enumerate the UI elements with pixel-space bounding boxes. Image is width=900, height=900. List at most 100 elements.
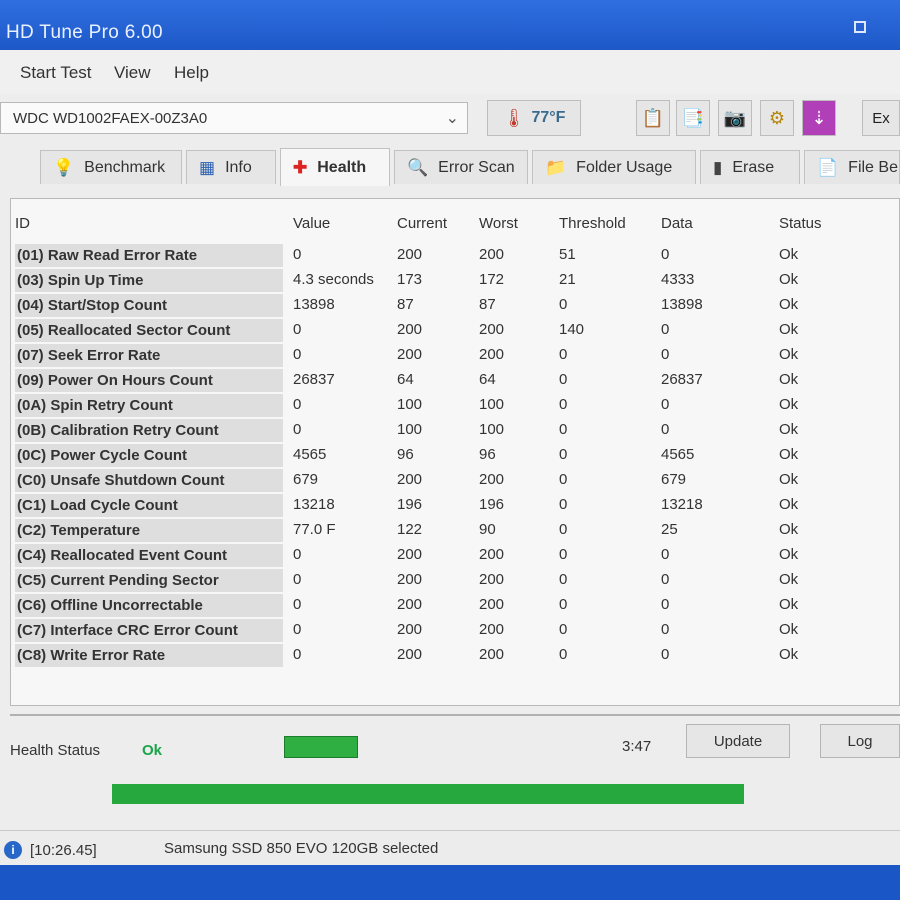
column-header-threshold[interactable]: Threshold xyxy=(559,215,626,232)
maximize-icon[interactable] xyxy=(854,21,866,33)
cell-id: (03) Spin Up Time xyxy=(15,269,283,292)
cell-worst: 100 xyxy=(479,396,505,413)
copy-all-icon[interactable]: 📑 xyxy=(676,100,710,136)
log-button[interactable]: Log xyxy=(820,724,900,758)
table-row[interactable]: (05) Reallocated Sector Count 0 200 200 140 0… xyxy=(11,318,899,343)
magnifier-icon: 🔍 xyxy=(407,157,429,177)
copy-icon[interactable]: 📋 xyxy=(636,100,670,136)
menu-start-test[interactable]: Start Test xyxy=(20,63,92,83)
column-header-id[interactable]: ID xyxy=(15,215,30,232)
cell-status: Ok xyxy=(779,346,799,363)
cell-value: 4.3 seconds xyxy=(293,271,374,288)
status-message: Samsung SSD 850 EVO 120GB selected xyxy=(164,840,439,857)
cell-data: 0 xyxy=(661,646,670,663)
cell-worst: 200 xyxy=(479,646,505,663)
cell-threshold: 0 xyxy=(559,521,568,538)
scan-time: 3:47 xyxy=(622,738,652,755)
cell-status: Ok xyxy=(779,471,799,488)
cell-status: Ok xyxy=(779,496,799,513)
column-header-value[interactable]: Value xyxy=(293,215,330,232)
cell-status: Ok xyxy=(779,321,799,338)
save-icon[interactable]: ⇣ xyxy=(802,100,836,136)
table-row[interactable]: (0A) Spin Retry Count 0 100 100 0 0 Ok xyxy=(11,393,899,418)
tab-label: Health xyxy=(317,158,367,176)
column-header-worst[interactable]: Worst xyxy=(479,215,518,232)
column-header-data[interactable]: Data xyxy=(661,215,693,232)
table-row[interactable]: (C6) Offline Uncorrectable 0 200 200 0 0 Ok xyxy=(11,593,899,618)
cell-id: (09) Power On Hours Count xyxy=(15,369,283,392)
erase-icon: ▮ xyxy=(713,157,723,177)
health-cross-icon: ✚ xyxy=(293,157,308,177)
table-row[interactable]: (09) Power On Hours Count 26837 64 64 0 26837… xyxy=(11,368,899,393)
menu-help[interactable]: Help xyxy=(174,63,209,83)
info-figure-icon: ▦ xyxy=(199,157,216,177)
cell-threshold: 0 xyxy=(559,571,568,588)
menu-bar: Start Test View Help xyxy=(0,50,900,94)
cell-value: 4565 xyxy=(293,446,327,463)
column-header-current[interactable]: Current xyxy=(397,215,447,232)
cell-data: 4333 xyxy=(661,271,695,288)
cell-worst: 87 xyxy=(479,296,496,313)
exit-button[interactable]: Ex xyxy=(862,100,900,136)
title-bar: HD Tune Pro 6.00 xyxy=(0,0,900,50)
table-row[interactable]: (C0) Unsafe Shutdown Count 679 200 200 0 679 O… xyxy=(11,468,899,493)
temperature-value: 77°F xyxy=(531,109,566,126)
progress-fill xyxy=(112,784,744,804)
table-row[interactable]: (C7) Interface CRC Error Count 0 200 200 0 0 O… xyxy=(11,618,899,643)
cell-threshold: 51 xyxy=(559,246,576,263)
cell-threshold: 21 xyxy=(559,271,576,288)
options-icon[interactable]: ⚙ xyxy=(760,100,794,136)
table-row[interactable]: (C2) Temperature 77.0 F 122 90 0 25 Ok xyxy=(11,518,899,543)
table-row[interactable]: (C1) Load Cycle Count 13218 196 196 0 13218 Ok xyxy=(11,493,899,518)
tab-info[interactable]: ▦ Info xyxy=(186,150,276,184)
table-row[interactable]: (04) Start/Stop Count 13898 87 87 0 13898 Ok xyxy=(11,293,899,318)
cell-status: Ok xyxy=(779,371,799,388)
table-row[interactable]: (01) Raw Read Error Rate 0 200 200 51 0 Ok xyxy=(11,243,899,268)
table-row[interactable]: (C4) Reallocated Event Count 0 200 200 0 0 Ok xyxy=(11,543,899,568)
cell-id: (07) Seek Error Rate xyxy=(15,344,283,367)
tab-error-scan[interactable]: 🔍 Error Scan xyxy=(394,150,528,184)
cell-data: 13218 xyxy=(661,496,703,513)
tab-folder-usage[interactable]: 📁 Folder Usage xyxy=(532,150,696,184)
cell-value: 0 xyxy=(293,246,302,263)
cell-value: 13218 xyxy=(293,496,335,513)
table-row[interactable]: (0C) Power Cycle Count 4565 96 96 0 4565 Ok xyxy=(11,443,899,468)
table-row[interactable]: (07) Seek Error Rate 0 200 200 0 0 Ok xyxy=(11,343,899,368)
cell-value: 0 xyxy=(293,546,302,563)
table-row[interactable]: (C8) Write Error Rate 0 200 200 0 0 Ok xyxy=(11,643,899,668)
health-status-bar xyxy=(284,736,358,758)
cell-data: 4565 xyxy=(661,446,695,463)
cell-id: (C6) Offline Uncorrectable xyxy=(15,594,283,617)
cell-worst: 200 xyxy=(479,471,505,488)
drive-select[interactable]: WDC WD1002FAEX-00Z3A0 ⌄ xyxy=(0,102,468,134)
cell-id: (C7) Interface CRC Error Count xyxy=(15,619,283,642)
cell-value: 77.0 F xyxy=(293,521,336,538)
cell-threshold: 0 xyxy=(559,296,568,313)
status-time: [10:26.45] xyxy=(30,842,97,859)
cell-status: Ok xyxy=(779,246,799,263)
table-row[interactable]: (03) Spin Up Time 4.3 seconds 173 172 21 4333… xyxy=(11,268,899,293)
tab-file-benchmark[interactable]: 📄 File Be... xyxy=(804,150,900,184)
update-button[interactable]: Update xyxy=(686,724,790,758)
camera-icon[interactable]: 📷 xyxy=(718,100,752,136)
cell-current: 96 xyxy=(397,446,414,463)
smart-table: ID Value Current Worst Threshold Data St… xyxy=(10,198,900,706)
cell-data: 0 xyxy=(661,246,670,263)
table-row[interactable]: (0B) Calibration Retry Count 0 100 100 0 0 Ok xyxy=(11,418,899,443)
column-header-status[interactable]: Status xyxy=(779,215,822,232)
divider xyxy=(10,714,900,716)
cell-value: 0 xyxy=(293,421,302,438)
cell-threshold: 140 xyxy=(559,321,585,338)
tab-bar: 💡 Benchmark ▦ Info ✚ Health 🔍 Error Scan… xyxy=(0,146,900,186)
cell-worst: 200 xyxy=(479,571,505,588)
cell-worst: 90 xyxy=(479,521,496,538)
menu-view[interactable]: View xyxy=(114,63,151,83)
cell-id: (05) Reallocated Sector Count xyxy=(15,319,283,342)
cell-data: 0 xyxy=(661,321,670,338)
table-row[interactable]: (C5) Current Pending Sector 0 200 200 0 0 Ok xyxy=(11,568,899,593)
tab-erase[interactable]: ▮ Erase xyxy=(700,150,800,184)
tab-benchmark[interactable]: 💡 Benchmark xyxy=(40,150,182,184)
tab-health[interactable]: ✚ Health xyxy=(280,148,390,186)
cell-data: 0 xyxy=(661,546,670,563)
cell-status: Ok xyxy=(779,421,799,438)
